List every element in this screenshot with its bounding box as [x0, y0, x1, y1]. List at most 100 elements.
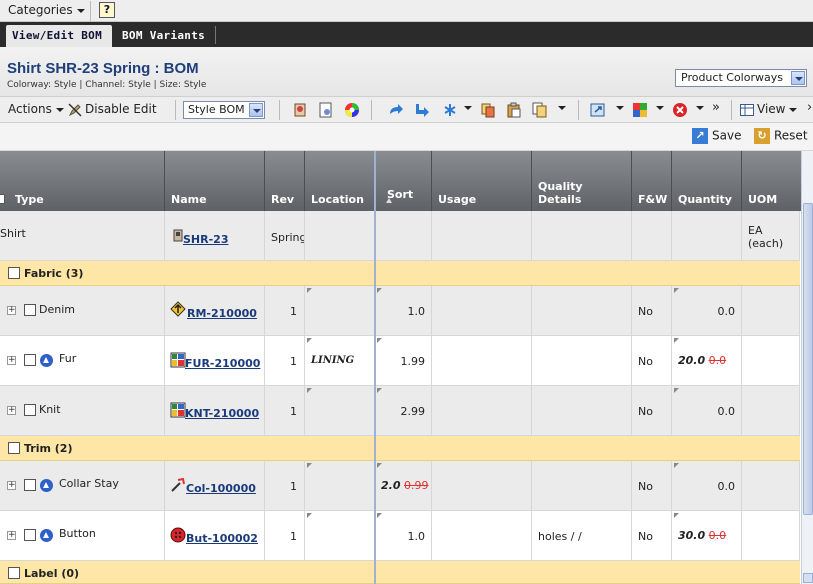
expand-icon[interactable]: + [7, 406, 16, 415]
copy-icon[interactable] [480, 102, 496, 118]
fw-cell[interactable]: No [632, 386, 672, 435]
quantity-cell[interactable]: 20.0 0.0 [672, 336, 742, 385]
usage-cell[interactable] [432, 511, 532, 560]
uom-cell[interactable] [742, 511, 800, 560]
uom-cell[interactable] [742, 286, 800, 335]
scrollbar-thumb[interactable] [803, 203, 813, 515]
col-header-sort[interactable]: Sort [375, 151, 432, 211]
vertical-scrollbar[interactable] [801, 151, 813, 584]
quality-cell[interactable] [532, 461, 632, 510]
name-link[interactable]: RM-210000 [187, 307, 257, 320]
expand-icon[interactable]: + [7, 531, 16, 540]
tab-bom-variants[interactable]: BOM Variants [116, 25, 211, 47]
uom-cell[interactable] [742, 461, 800, 510]
duplicate-icon[interactable] [532, 102, 548, 118]
quality-cell[interactable] [532, 336, 632, 385]
name-link[interactable]: But-100002 [186, 532, 258, 545]
quantity-cell[interactable]: 0.0 [672, 386, 742, 435]
row-checkbox[interactable] [24, 304, 36, 316]
usage-cell[interactable] [432, 336, 532, 385]
table-row[interactable]: Shirt SHR-23 Spring EA (each) [0, 211, 800, 261]
delete-menu-chevron[interactable] [692, 100, 704, 114]
expand-icon[interactable]: + [7, 356, 16, 365]
col-header-rev[interactable]: Rev [265, 151, 305, 211]
usage-cell[interactable] [432, 386, 532, 435]
group-checkbox[interactable] [8, 442, 20, 454]
col-header-location[interactable]: Location [305, 151, 375, 211]
location-cell[interactable] [305, 286, 375, 335]
col-header-fw[interactable]: F&W [632, 151, 672, 211]
fw-cell[interactable]: No [632, 461, 672, 510]
location-cell[interactable] [305, 511, 375, 560]
col-header-quantity[interactable]: Quantity [672, 151, 742, 211]
uom-cell[interactable] [742, 386, 800, 435]
add-material-icon[interactable] [292, 102, 308, 118]
group-row-trim[interactable]: Trim (2) [0, 436, 800, 461]
view-menu[interactable]: View [740, 102, 798, 116]
quality-cell[interactable] [532, 386, 632, 435]
select-all-checkbox[interactable] [0, 194, 5, 204]
redo-arrow-icon[interactable] [388, 102, 404, 118]
asterisk-menu-chevron[interactable] [460, 100, 472, 114]
export-menu-chevron[interactable] [612, 100, 624, 114]
group-checkbox[interactable] [8, 567, 20, 579]
tab-view-edit-bom[interactable]: View/Edit BOM [6, 25, 112, 47]
row-checkbox[interactable] [24, 354, 36, 366]
fw-cell[interactable]: No [632, 336, 672, 385]
group-row-fabric[interactable]: Fabric (3) [0, 261, 800, 286]
save-button[interactable]: ↗ Save [692, 128, 741, 144]
name-link[interactable]: KNT-210000 [185, 407, 259, 420]
location-cell[interactable] [305, 461, 375, 510]
overflow-chevron-icon[interactable]: › [807, 100, 812, 115]
quantity-cell[interactable]: 0.0 [672, 461, 742, 510]
row-checkbox[interactable] [24, 404, 36, 416]
table-row[interactable]: + Button But-100002 1 1.0 holes / / No 3… [0, 511, 800, 561]
col-header-quality[interactable]: Quality Details [532, 151, 632, 211]
duplicate-menu-chevron[interactable] [554, 100, 566, 114]
sort-cell[interactable]: 2.0 0.99 [375, 461, 432, 510]
color-blocks-icon[interactable] [632, 102, 648, 118]
help-icon[interactable]: ? [99, 2, 115, 18]
table-row[interactable]: + Collar Stay Col-100000 1 2.0 0.99 No 0… [0, 461, 800, 511]
color-wheel-icon[interactable] [344, 102, 360, 118]
fw-cell[interactable]: No [632, 511, 672, 560]
quantity-cell[interactable]: 0.0 [672, 286, 742, 335]
location-cell[interactable] [305, 386, 375, 435]
expand-icon[interactable]: + [7, 481, 16, 490]
quantity-cell[interactable]: 30.0 0.0 [672, 511, 742, 560]
expand-icon[interactable]: + [7, 306, 16, 315]
col-header-name[interactable]: Name [165, 151, 265, 211]
product-colorways-select[interactable]: Product Colorways [675, 69, 807, 87]
col-header-usage[interactable]: Usage [432, 151, 532, 211]
row-checkbox[interactable] [24, 529, 36, 541]
quality-cell[interactable]: holes / / [532, 511, 632, 560]
group-row-label[interactable]: Label (0) [0, 561, 800, 584]
reset-button[interactable]: ↻ Reset [754, 128, 808, 144]
name-link[interactable]: SHR-23 [183, 233, 228, 246]
paste-icon[interactable] [506, 102, 522, 118]
delete-icon[interactable] [672, 102, 688, 118]
export-icon[interactable] [590, 102, 606, 118]
color-blocks-menu-chevron[interactable] [652, 100, 664, 114]
table-row[interactable]: + Denim RM-210000 1 1.0 No 0.0 [0, 286, 800, 336]
disable-edit-button[interactable]: Disable Edit [68, 102, 157, 117]
sort-cell[interactable]: 2.99 [375, 386, 432, 435]
frozen-column-divider[interactable] [374, 151, 376, 584]
document-settings-icon[interactable] [318, 102, 334, 118]
asterisk-icon[interactable] [442, 102, 458, 118]
actions-menu[interactable]: Actions [8, 102, 64, 116]
group-checkbox[interactable] [8, 267, 20, 279]
scroll-down-icon[interactable] [803, 573, 813, 583]
categories-menu[interactable]: Categories [8, 3, 85, 17]
col-header-type[interactable]: Type [0, 151, 165, 211]
style-bom-select[interactable]: Style BOM [183, 101, 265, 119]
name-link[interactable]: Col-100000 [186, 482, 256, 495]
col-header-uom[interactable]: UOM [742, 151, 802, 211]
indent-arrow-icon[interactable] [414, 102, 430, 118]
name-link[interactable]: FUR-210000 [185, 357, 260, 370]
table-row[interactable]: + Fur FUR-210000 1 LINING 1.99 No 20.0 0… [0, 336, 800, 386]
sort-cell[interactable]: 1.0 [375, 286, 432, 335]
uom-cell[interactable] [742, 336, 800, 385]
sort-cell[interactable]: 1.99 [375, 336, 432, 385]
sort-cell[interactable]: 1.0 [375, 511, 432, 560]
